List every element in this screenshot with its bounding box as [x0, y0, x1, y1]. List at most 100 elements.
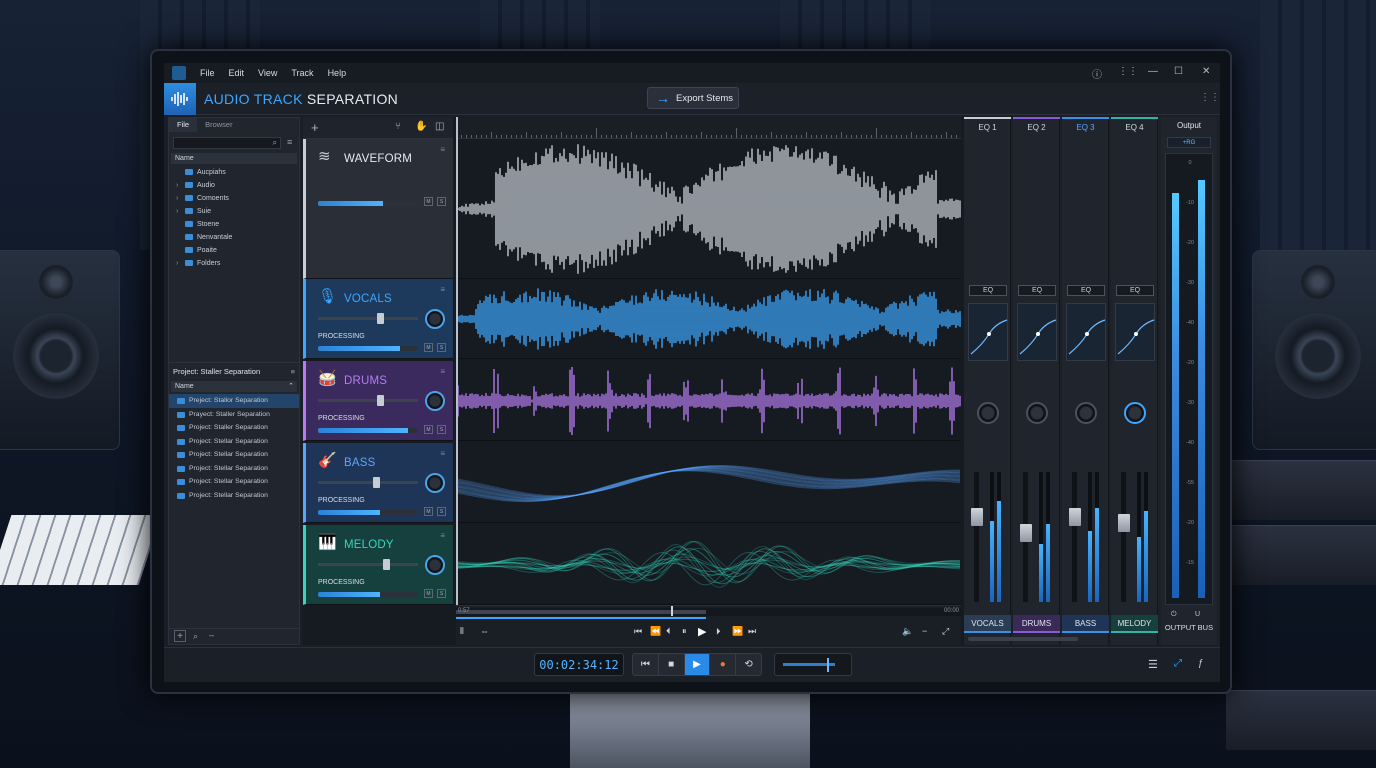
play-button[interactable]: ▶	[684, 654, 711, 675]
solo-icon[interactable]: S	[437, 197, 446, 206]
tree-item[interactable]: Stoene	[169, 218, 299, 231]
channel-eq-label[interactable]: EQ 2	[1013, 117, 1060, 135]
channel-fader[interactable]	[1121, 472, 1126, 602]
menu-file[interactable]: File	[200, 68, 215, 78]
skip-start-icon[interactable]: ⏮	[634, 626, 642, 637]
eq-node[interactable]	[1085, 332, 1089, 336]
step-forward-icon[interactable]: ⏵	[716, 626, 721, 637]
playhead[interactable]	[456, 117, 458, 605]
project-list-item[interactable]: Project: Staller Separation	[169, 421, 299, 435]
panel-icon[interactable]: ◫	[435, 121, 444, 132]
project-list-item[interactable]: Project: Stellar Separation	[169, 448, 299, 462]
eq-curve-graph[interactable]	[968, 303, 1008, 361]
tuning-fork-icon[interactable]: ⑂	[395, 121, 401, 132]
solo-icon[interactable]: S	[437, 425, 446, 434]
track-header-melody[interactable]: 🎹 MELODY ≡ PROCESSING M S	[303, 525, 453, 605]
volume-icon[interactable]: 🔈	[902, 626, 913, 637]
maximize-icon[interactable]: ☐	[1174, 66, 1183, 77]
mixer-scrollbar[interactable]	[968, 637, 1078, 641]
waveform-melody[interactable]	[456, 525, 961, 605]
solo-icon[interactable]: S	[437, 589, 446, 598]
chevron-up-icon[interactable]: ⌃	[288, 381, 294, 392]
waveform-view-icon[interactable]: ⫴	[460, 626, 464, 637]
waveform-bass[interactable]	[456, 443, 961, 523]
tree-item[interactable]: › Folders	[169, 257, 299, 270]
channel-eq-label[interactable]: EQ 1	[964, 117, 1011, 135]
export-stems-button[interactable]: → Export Stems	[647, 87, 739, 109]
step-back-icon[interactable]: ⏴	[666, 626, 671, 637]
fader-cap[interactable]	[1118, 513, 1130, 532]
apps-grid-icon[interactable]: ⋮⋮	[1200, 92, 1220, 103]
slider-handle[interactable]	[377, 313, 384, 324]
waveform-waveform[interactable]	[456, 139, 961, 279]
channel-eq-label[interactable]: EQ 3	[1062, 117, 1109, 135]
solo-icon[interactable]: S	[437, 343, 446, 352]
hand-icon[interactable]: ✋	[415, 121, 427, 132]
eq-curve-graph[interactable]	[1115, 303, 1155, 361]
eq-curve-graph[interactable]	[1017, 303, 1057, 361]
eq-select[interactable]: EQ	[1067, 285, 1105, 296]
project-list-item[interactable]: Prayect: Staller Separation	[169, 408, 299, 422]
fader-cap[interactable]	[1069, 508, 1081, 527]
tab-browser[interactable]: Browser	[197, 118, 241, 132]
project-list-item[interactable]: Project: Stellar Separation	[169, 489, 299, 503]
eq-node[interactable]	[1036, 332, 1040, 336]
waveform-vocals[interactable]	[456, 279, 961, 359]
close-icon[interactable]: ✕	[1202, 66, 1210, 77]
timeline-ruler[interactable]	[456, 117, 961, 139]
tree-item[interactable]: Nenvantale	[169, 231, 299, 244]
track-volume-slider[interactable]	[318, 563, 418, 566]
settings-icon[interactable]: ƒ	[1198, 658, 1204, 669]
track-menu-icon[interactable]: ≡	[440, 531, 445, 540]
output-solo-icon[interactable]: U	[1195, 611, 1200, 618]
channel-gain-knob[interactable]	[1026, 402, 1048, 424]
tree-item[interactable]: Aucpiahs	[169, 166, 299, 179]
mute-icon[interactable]: M	[424, 343, 433, 352]
track-header-bass[interactable]: 🎸 BASS ≡ PROCESSING M S	[303, 443, 453, 523]
minimize-icon[interactable]: —	[1148, 66, 1158, 77]
track-volume-slider[interactable]	[318, 399, 418, 402]
menu-help[interactable]: Help	[328, 68, 347, 78]
list-icon[interactable]: ☰	[1148, 658, 1158, 671]
skip-back-button[interactable]: ⏮	[633, 654, 659, 675]
tree-item[interactable]: › Suie	[169, 205, 299, 218]
search-input[interactable]: ⌕	[173, 137, 281, 149]
channel-gain-knob[interactable]	[977, 402, 999, 424]
track-menu-icon[interactable]: ≡	[440, 367, 445, 376]
slider-handle[interactable]	[383, 559, 390, 570]
hamburger-icon[interactable]: ≡	[287, 137, 292, 147]
search-icon[interactable]: ⌕	[193, 631, 198, 642]
track-menu-icon[interactable]: ≡	[440, 449, 445, 458]
add-icon[interactable]: +	[174, 630, 186, 642]
tree-item[interactable]: › Comoents	[169, 192, 299, 205]
project-list-item[interactable]: Project: Stellar Separation	[169, 475, 299, 489]
fullscreen-icon[interactable]: ⤢	[942, 626, 949, 637]
channel-eq-label[interactable]: EQ 4	[1111, 117, 1158, 135]
level-slider[interactable]	[774, 653, 852, 676]
mute-icon[interactable]: M	[424, 507, 433, 516]
track-header-waveform[interactable]: ≋ WAVEFORM ≡ M S	[303, 139, 453, 279]
link-icon[interactable]: ⇔	[480, 626, 489, 636]
channel-gain-knob[interactable]	[1124, 402, 1146, 424]
eq-node[interactable]	[987, 332, 991, 336]
expand-arrow-icon[interactable]: ›	[176, 257, 178, 270]
eq-select[interactable]: EQ	[1018, 285, 1056, 296]
menu-track[interactable]: Track	[291, 68, 313, 78]
track-volume-slider[interactable]	[318, 481, 418, 484]
slider-handle[interactable]	[377, 395, 384, 406]
project-list-item[interactable]: Preject: Stallor Separation	[169, 394, 299, 408]
slider-handle[interactable]	[373, 477, 380, 488]
pan-knob[interactable]	[425, 391, 445, 411]
pan-knob[interactable]	[425, 309, 445, 329]
eq-node[interactable]	[1134, 332, 1138, 336]
pan-knob[interactable]	[425, 555, 445, 575]
zoom-out-icon[interactable]: −	[922, 626, 927, 636]
expand-arrow-icon[interactable]: ›	[176, 192, 178, 205]
play-icon[interactable]: ▶	[698, 625, 706, 638]
channel-fader[interactable]	[974, 472, 979, 602]
waveform-drums[interactable]	[456, 361, 961, 441]
expand-icon[interactable]: ⤢	[1174, 658, 1182, 669]
stop-button[interactable]: ■	[659, 654, 685, 675]
tree-item[interactable]: › Audio	[169, 179, 299, 192]
tab-file[interactable]: File	[169, 118, 198, 132]
